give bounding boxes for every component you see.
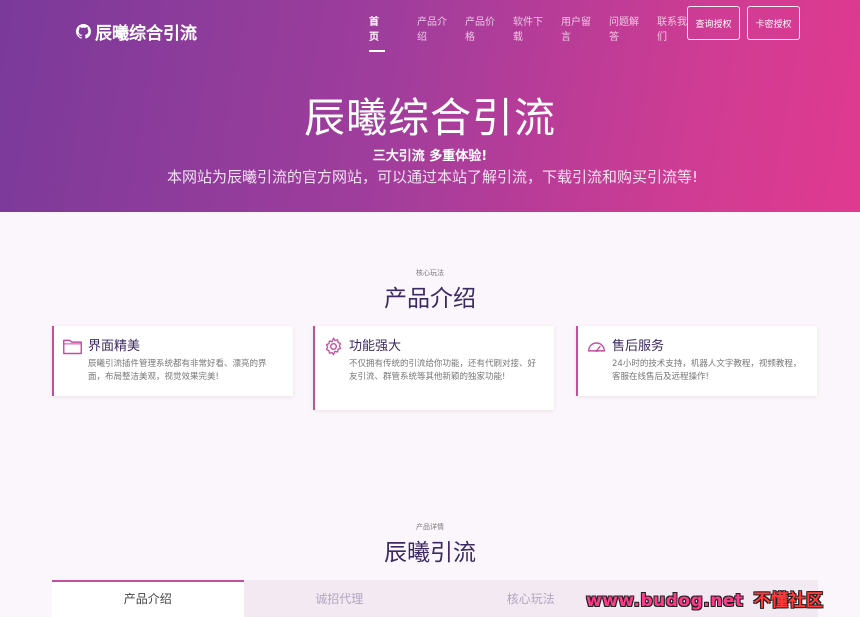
- hero-title: 辰曦综合引流: [304, 94, 556, 142]
- site-logo[interactable]: 辰曦综合引流: [76, 19, 197, 44]
- feature-card-title: 功能强大: [349, 339, 402, 354]
- feature-card-desc: 24小时的技术支持，机器人文字教程，视频教程，客服在线售后及远程操作!: [612, 359, 802, 382]
- folder-icon: [63, 339, 82, 355]
- tab-product-intro[interactable]: 产品介绍: [52, 580, 244, 617]
- hero-description: 本网站为辰曦引流的官方网站，可以通过本站了解引流，下载引流和购买引流等!: [166, 168, 699, 186]
- hero-subtitle: 三大引流 多重体验!: [372, 149, 488, 164]
- query-auth-button[interactable]: 查询授权: [687, 6, 740, 40]
- main-nav: 首页 产品介绍 产品价格 软件下载 用户留言 问题解答 联系我们: [369, 15, 705, 45]
- feature-card-title: 售后服务: [612, 339, 665, 354]
- nav-item-user-message[interactable]: 用户留言: [561, 15, 609, 45]
- watermark-name: 不懂社区: [753, 591, 824, 611]
- nav-active-indicator: [369, 50, 385, 52]
- gauge-icon: [587, 342, 606, 353]
- gear-icon: [325, 337, 342, 356]
- intro-section-title: 产品介绍: [384, 286, 476, 312]
- feature-card-service: 售后服务 24小时的技术支持，机器人文字教程，视频教程，客服在线售后及远程操作!: [576, 326, 817, 396]
- feature-card-title: 界面精美: [88, 339, 141, 354]
- feature-card-desc: 辰曦引流插件管理系统都有非常好看、漂亮的界面，布局整洁美观，视觉效果完美!: [88, 359, 267, 382]
- github-icon: [76, 24, 91, 39]
- tab-recruit-agents[interactable]: 诚招代理: [243, 580, 435, 617]
- feature-card-desc: 不仅拥有传统的引流给你功能，还有代刷对接、好友引流、群管系统等其他新颖的独家功能…: [349, 359, 537, 382]
- nav-item-home[interactable]: 首页: [369, 15, 417, 45]
- nav-item-software-download[interactable]: 软件下载: [513, 15, 561, 45]
- nav-item-product-intro[interactable]: 产品介绍: [417, 15, 465, 45]
- nav-item-product-price[interactable]: 产品价格: [465, 15, 513, 45]
- intro-section-small-label: 核心玩法: [416, 269, 444, 277]
- hero-banner: 辰曦综合引流 首页 产品介绍 产品价格 软件下载 用户留言 问题解答 联系我们 …: [0, 0, 860, 212]
- site-watermark: www.budog.net 不懂社区: [586, 586, 824, 611]
- detail-section-title: 辰曦引流: [384, 540, 476, 566]
- feature-card-function: 功能强大 不仅拥有传统的引流给你功能，还有代刷对接、好友引流、群管系统等其他新颖…: [313, 326, 554, 410]
- watermark-url: www.budog.net: [586, 591, 744, 611]
- feature-card-ui: 界面精美 辰曦引流插件管理系统都有非常好看、漂亮的界面，布局整洁美观，视觉效果完…: [52, 326, 293, 396]
- logo-text: 辰曦综合引流: [95, 24, 197, 44]
- detail-section-small-label: 产品详情: [416, 523, 444, 531]
- nav-item-faq[interactable]: 问题解答: [609, 15, 657, 45]
- card-auth-button[interactable]: 卡密授权: [747, 6, 800, 40]
